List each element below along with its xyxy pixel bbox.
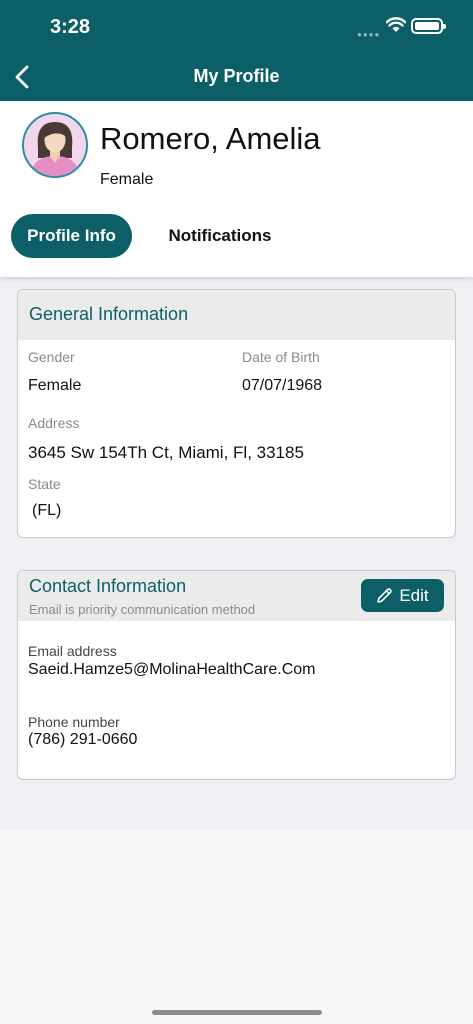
phone-value: (786) 291-0660 xyxy=(28,731,138,748)
profile-name: Romero, Amelia xyxy=(100,121,321,156)
home-indicator[interactable] xyxy=(152,1010,322,1015)
phone-label: Phone number xyxy=(28,714,120,730)
tab-notifications[interactable]: Notifications xyxy=(150,214,290,258)
avatar-female-icon xyxy=(24,114,86,176)
pencil-icon xyxy=(377,588,393,603)
dob-value: 07/07/1968 xyxy=(242,377,323,394)
address-value: 3645 Sw 154Th Ct, Miami, Fl, 33185 xyxy=(28,443,304,462)
address-label: Address xyxy=(28,415,80,431)
profile-gender: Female xyxy=(100,171,154,188)
avatar xyxy=(22,112,88,178)
nav-bar: 3:28 ●●●● My Profile xyxy=(0,0,473,101)
contact-card-subtitle: Email is priority communication method xyxy=(29,602,256,617)
gender-label: Gender xyxy=(28,349,75,365)
contact-information-card: Contact Information Email is priority co… xyxy=(17,570,456,780)
page-title: My Profile xyxy=(193,66,280,86)
edit-contact-button[interactable]: Edit xyxy=(361,579,444,612)
status-time: 3:28 xyxy=(50,16,91,38)
state-label: State xyxy=(28,476,61,492)
tab-profile-info[interactable]: Profile Info xyxy=(11,214,132,258)
contact-card-title: Contact Information xyxy=(29,576,187,596)
dob-label: Date of Birth xyxy=(242,349,320,365)
general-information-card: General Information Gender Female Date o… xyxy=(17,289,456,538)
signal-dots-icon: ●●●● xyxy=(357,30,381,39)
state-value: (FL) xyxy=(32,502,62,519)
general-card-title: General Information xyxy=(29,304,189,324)
email-label: Email address xyxy=(28,643,117,659)
profile-header: Romero, Amelia Female Profile Info Notif… xyxy=(0,101,473,277)
battery-icon xyxy=(411,18,446,34)
contact-card-header: Contact Information Email is priority co… xyxy=(18,571,455,621)
gender-value: Female xyxy=(28,377,82,394)
general-card-header: General Information xyxy=(18,290,455,340)
profile-content: General Information Gender Female Date o… xyxy=(0,277,473,830)
email-value: Saeid.Hamze5@MolinaHealthCare.Com xyxy=(28,661,316,678)
wifi-icon xyxy=(386,17,406,32)
edit-button-label: Edit xyxy=(399,585,429,605)
